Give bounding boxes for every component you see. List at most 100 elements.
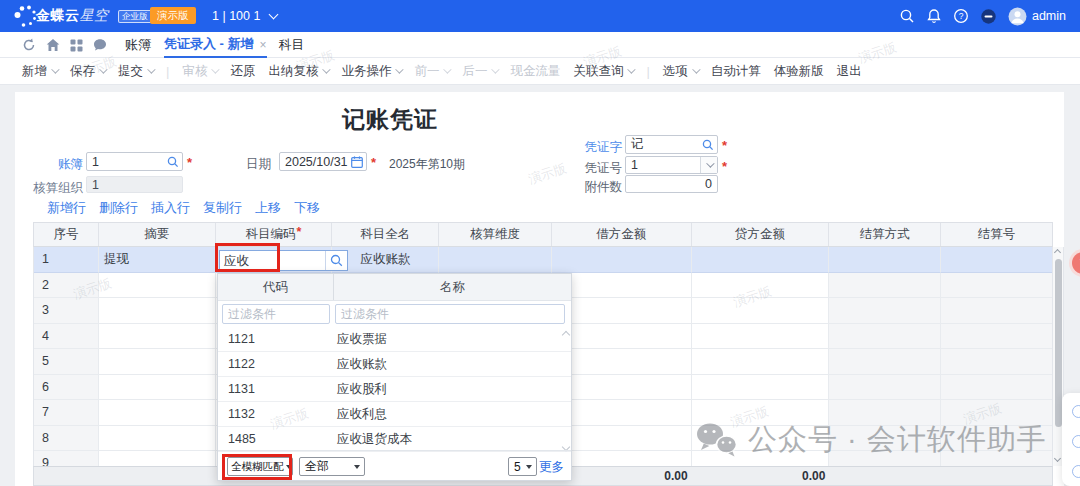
popup-account-row[interactable]: 1131应收股利 <box>218 377 571 402</box>
date-input[interactable]: 2025/10/31 <box>279 152 367 171</box>
toolbar-button[interactable]: 关联查询 <box>573 63 633 80</box>
book-input[interactable]: 1 <box>86 152 183 171</box>
toolbar-button[interactable]: 新增 <box>22 63 57 80</box>
grid-cell[interactable] <box>941 324 1052 350</box>
grid-cell[interactable] <box>941 375 1052 401</box>
grid-cell[interactable] <box>552 349 692 375</box>
side-panel-icon-1[interactable] <box>1072 405 1080 418</box>
home-icon[interactable] <box>46 38 60 52</box>
tab-3[interactable]: 科目 <box>279 32 305 58</box>
refresh-icon[interactable] <box>22 38 36 52</box>
org-selector-chevron-icon[interactable] <box>269 10 279 20</box>
grid-cell[interactable] <box>99 273 216 299</box>
side-float-panel[interactable] <box>1062 393 1080 486</box>
toolbar-button[interactable]: 自动计算 <box>711 63 761 80</box>
grid-cell[interactable] <box>552 273 692 299</box>
attachments-input[interactable]: 0 <box>625 175 718 193</box>
grid-cell[interactable] <box>829 247 941 273</box>
grid-cell[interactable] <box>941 273 1052 299</box>
grid-cell[interactable] <box>552 400 692 426</box>
message-icon[interactable] <box>93 38 107 52</box>
grid-cell[interactable]: 3 <box>34 298 99 324</box>
voucher-word-search-icon[interactable] <box>702 139 714 151</box>
scroll-up-icon[interactable] <box>1054 249 1061 256</box>
grid-cell[interactable] <box>692 451 830 466</box>
grid-cell[interactable]: 8 <box>34 426 99 452</box>
grid-cell[interactable]: 5 <box>34 349 99 375</box>
side-panel-icon-2[interactable] <box>1072 435 1080 448</box>
row-action-1[interactable]: 新增行 <box>47 199 86 217</box>
grid-cell[interactable] <box>692 426 830 452</box>
grid-cell[interactable] <box>692 247 830 273</box>
toolbar-button[interactable]: 出纳复核 <box>268 63 328 80</box>
username[interactable]: admin <box>1032 9 1066 23</box>
calendar-icon[interactable] <box>351 156 363 168</box>
grid-cell[interactable] <box>941 451 1052 466</box>
toolbar-button[interactable]: 业务操作 <box>341 63 401 80</box>
popup-account-code[interactable]: 1132 <box>218 402 337 426</box>
book-search-icon[interactable] <box>167 156 179 168</box>
side-panel-icon-3[interactable] <box>1072 465 1080 478</box>
tab-label[interactable]: 科目 <box>279 36 305 54</box>
popup-account-name[interactable]: 应收利息 <box>337 402 571 426</box>
grid-cell[interactable] <box>99 400 216 426</box>
toolbar-button[interactable]: 退出 <box>837 63 862 80</box>
toolbar-button[interactable]: 体验新版 <box>774 63 824 80</box>
popup-account-name[interactable]: 应收股利 <box>337 377 571 401</box>
grid-cell[interactable]: 4 <box>34 324 99 350</box>
popup-account-row[interactable]: 1122应收账款 <box>218 352 571 377</box>
grid-row-1[interactable]: 1提现应收账款 <box>34 247 1052 273</box>
row-action-3[interactable]: 插入行 <box>151 199 190 217</box>
grid-cell[interactable]: 提现 <box>99 247 216 273</box>
popup-more-link[interactable]: 更多 <box>539 459 564 476</box>
grid-cell[interactable] <box>99 375 216 401</box>
grid-cell[interactable] <box>692 273 830 299</box>
apps-grid-icon[interactable] <box>70 39 83 52</box>
notification-bell-icon[interactable] <box>926 8 942 24</box>
grid-cell[interactable] <box>829 349 941 375</box>
popup-account-code[interactable]: 1122 <box>218 352 337 376</box>
grid-cell[interactable] <box>941 298 1052 324</box>
grid-cell[interactable]: 2 <box>34 273 99 299</box>
grid-cell[interactable] <box>829 375 941 401</box>
popup-page-size-select[interactable]: 5 <box>508 457 537 476</box>
toolbar-button[interactable]: 保存 <box>70 63 105 80</box>
popup-filter-code-input[interactable]: 过滤条件 <box>222 304 330 324</box>
grid-cell[interactable] <box>829 273 941 299</box>
grid-cell[interactable]: 9 <box>34 451 99 466</box>
grid-cell[interactable] <box>829 324 941 350</box>
scroll-down-icon[interactable] <box>1054 455 1061 462</box>
voucher-no-select[interactable]: 1 <box>625 156 718 174</box>
help-icon[interactable]: ? <box>953 8 969 24</box>
grid-cell[interactable] <box>941 247 1052 273</box>
grid-cell[interactable]: 7 <box>34 400 99 426</box>
grid-cell[interactable] <box>99 451 216 466</box>
grid-cell[interactable] <box>941 400 1052 426</box>
grid-cell[interactable] <box>692 349 830 375</box>
grid-cell[interactable] <box>552 247 692 273</box>
toolbar-button[interactable]: 选项 <box>663 63 698 80</box>
grid-cell[interactable] <box>439 247 552 273</box>
tab-2[interactable]: 凭证录入 - 新增× <box>164 32 267 58</box>
tab-1[interactable]: 账簿 <box>125 32 151 58</box>
grid-cell[interactable] <box>829 426 941 452</box>
grid-cell[interactable] <box>941 349 1052 375</box>
toolbar-button[interactable]: 提交 <box>118 63 153 80</box>
popup-account-row[interactable]: 1121应收票据 <box>218 327 571 352</box>
grid-cell[interactable] <box>552 298 692 324</box>
popup-account-name[interactable]: 应收账款 <box>337 352 571 376</box>
grid-cell[interactable]: 1 <box>34 247 99 273</box>
scrollbar-thumb[interactable] <box>1055 259 1062 427</box>
grid-cell[interactable] <box>99 426 216 452</box>
grid-cell[interactable] <box>552 426 692 452</box>
grid-cell[interactable] <box>552 375 692 401</box>
popup-account-name[interactable]: 应收票据 <box>337 327 571 351</box>
popup-account-name[interactable]: 应收退货成本 <box>337 427 571 451</box>
grid-cell[interactable] <box>829 451 941 466</box>
tab-close-icon[interactable]: × <box>260 38 267 52</box>
grid-cell[interactable] <box>99 324 216 350</box>
tab-label[interactable]: 账簿 <box>125 36 151 54</box>
grid-cell[interactable] <box>941 426 1052 452</box>
grid-cell[interactable] <box>552 451 692 466</box>
grid-cell[interactable] <box>692 298 830 324</box>
